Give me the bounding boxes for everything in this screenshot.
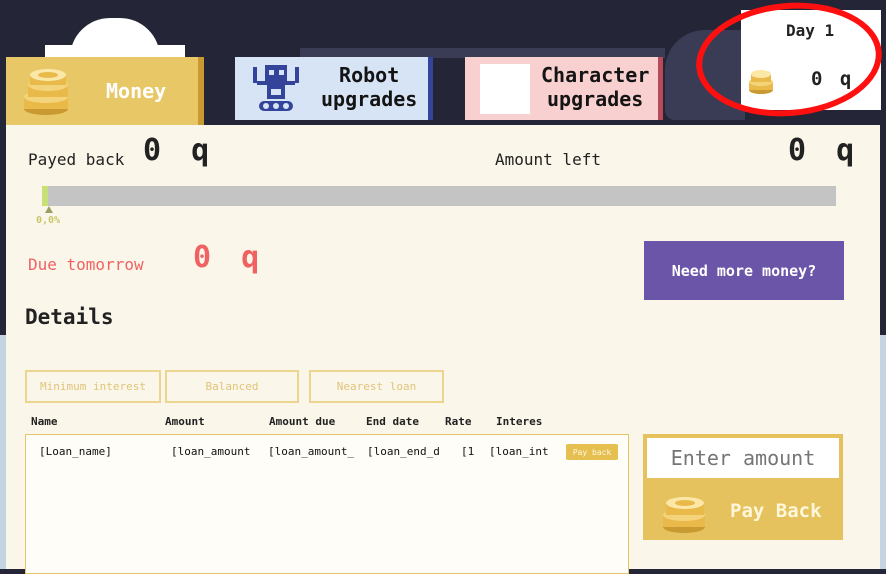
- column-header-amount-due: Amount due: [269, 415, 336, 428]
- row-pay-back-button[interactable]: Pay back: [566, 444, 618, 460]
- loan-row-amount: [loan_amount: [171, 445, 251, 458]
- column-header-name: Name: [31, 415, 58, 428]
- due-tomorrow-label: Due tomorrow: [28, 255, 144, 274]
- coin-stack-icon: [659, 487, 709, 535]
- loan-row-rate: [1: [461, 445, 475, 458]
- amount-left-label: Amount left: [495, 150, 601, 169]
- amount-left-value: 0 q: [788, 133, 861, 168]
- loan-row-amount-due: [loan_amount_: [268, 445, 355, 458]
- column-header-amount: Amount: [165, 415, 205, 428]
- tab-label-money: Money: [106, 79, 167, 103]
- pay-back-button-label: Pay Back: [730, 500, 822, 522]
- column-header-rate: Rate: [445, 415, 472, 428]
- filter-nearest-loan-button[interactable]: Nearest loan: [309, 370, 444, 403]
- column-header-end-date: End date: [366, 415, 419, 428]
- robot-icon: [249, 63, 303, 113]
- filter-balanced-button[interactable]: Balanced: [165, 370, 299, 403]
- loan-row-name: [Loan_name]: [39, 445, 112, 458]
- progress-percent: 0,0%: [36, 215, 61, 226]
- enter-amount-input[interactable]: [645, 436, 841, 480]
- loan-row-end-date: [loan_end_d: [367, 445, 440, 458]
- details-heading: Details: [25, 305, 114, 329]
- progress-marker-icon: [45, 206, 53, 213]
- column-header-interest: Interes: [496, 415, 543, 428]
- due-tomorrow-value: 0 q: [193, 240, 266, 275]
- payed-back-value: 0 q: [143, 133, 216, 168]
- tab-label-character-upgrades: Character upgrades: [541, 63, 650, 111]
- need-more-money-button[interactable]: Need more money?: [644, 241, 844, 300]
- progress-fill: [42, 186, 49, 206]
- loan-row-interest: [loan_int: [489, 445, 549, 458]
- coin-stack-icon: [20, 65, 72, 117]
- tab-money[interactable]: Money: [6, 57, 204, 125]
- tab-robot-upgrades[interactable]: Robot upgrades: [235, 57, 433, 120]
- tab-character-upgrades[interactable]: Character upgrades: [465, 57, 663, 120]
- character-portrait-placeholder: [480, 64, 530, 114]
- filter-minimum-interest-button[interactable]: Minimum interest: [25, 370, 161, 403]
- payed-back-label: Payed back: [28, 150, 125, 169]
- tab-label-robot-upgrades: Robot upgrades: [321, 63, 418, 111]
- repayment-progress-bar: [42, 186, 836, 206]
